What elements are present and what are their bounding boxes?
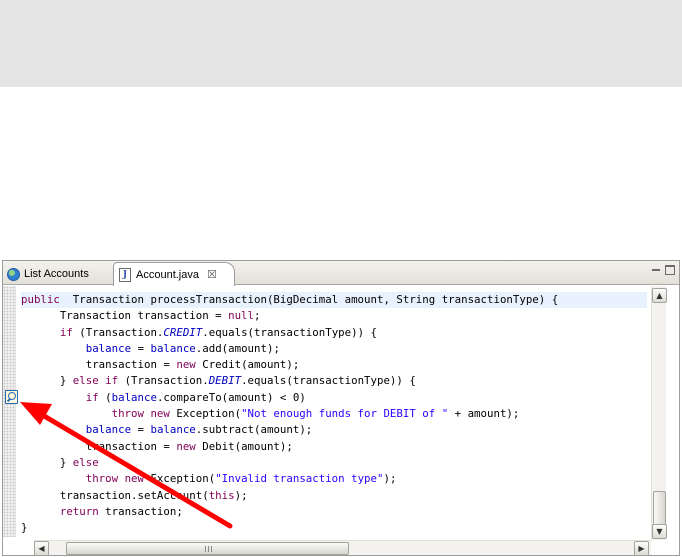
code-token: .add(amount);	[195, 341, 280, 355]
code-token: .subtract(amount);	[195, 423, 313, 437]
code-token: .equals(transactionType)) {	[241, 374, 416, 388]
code-area[interactable]: public Transaction processTransaction(Bi…	[21, 292, 647, 536]
globe-icon	[7, 267, 20, 281]
code-line[interactable]: }	[21, 520, 647, 536]
window-controls	[651, 265, 675, 275]
code-token: balance	[85, 341, 132, 355]
code-line[interactable]: Transaction transaction = null;	[21, 308, 647, 324]
tab-label: Account.java	[136, 268, 199, 281]
tab-account-java[interactable]: J Account.java ☒	[113, 262, 235, 286]
close-icon[interactable]: ☒	[207, 268, 217, 281]
horizontal-scrollbar[interactable]: ◀ ▶	[34, 540, 651, 556]
code-token: =	[131, 423, 151, 437]
code-token: CREDIT	[163, 325, 203, 339]
code-token: balance	[150, 341, 196, 355]
code-token: public	[21, 293, 60, 306]
code-token: Exception(	[169, 407, 242, 421]
code-token: }	[21, 521, 28, 535]
code-token: Transaction transaction =	[21, 309, 229, 323]
editor-tab-bar: List Accounts J Account.java ☒	[3, 261, 679, 286]
code-token: else	[72, 455, 99, 469]
code-token: Exception(	[143, 472, 216, 486]
code-token: }	[21, 455, 73, 469]
code-token: null	[228, 309, 254, 323]
code-line[interactable]: public Transaction processTransaction(Bi…	[21, 292, 647, 309]
code-token: Credit(amount);	[195, 358, 300, 372]
code-token: "Not enough funds for DEBIT of "	[241, 407, 449, 421]
scroll-right-button[interactable]: ▶	[634, 541, 649, 556]
scroll-up-button[interactable]: ▲	[652, 288, 667, 303]
code-line[interactable]: balance = balance.add(amount);	[21, 341, 647, 357]
code-token: (Transaction.	[118, 374, 209, 388]
code-token: Debit(amount);	[195, 439, 293, 453]
top-banner	[0, 0, 682, 87]
code-token: throw new	[85, 472, 144, 486]
code-line[interactable]: transaction.setAccount(this);	[21, 488, 647, 504]
tab-list-accounts[interactable]: List Accounts	[7, 263, 89, 285]
code-token: transaction.setAccount(	[21, 488, 209, 502]
code-line[interactable]: } else	[21, 455, 647, 471]
quick-fix-marker-icon[interactable]	[5, 390, 18, 404]
code-line[interactable]: transaction = new Debit(amount);	[21, 439, 647, 455]
code-token: .equals(transactionType)) {	[202, 325, 377, 339]
tab-label: List Accounts	[24, 268, 89, 280]
java-editor-panel: List Accounts J Account.java ☒ public Tr…	[2, 260, 680, 556]
code-line[interactable]: transaction = new Credit(amount);	[21, 357, 647, 373]
code-token: );	[383, 472, 397, 486]
code-token: transaction =	[21, 439, 177, 453]
code-line[interactable]: if (balance.compareTo(amount) < 0)	[21, 390, 647, 406]
horizontal-scroll-thumb[interactable]	[66, 542, 349, 555]
code-token: new	[176, 358, 196, 372]
code-line[interactable]: } else if (Transaction.DEBIT.equals(tran…	[21, 373, 647, 389]
code-line[interactable]: if (Transaction.CREDIT.equals(transactio…	[21, 325, 647, 341]
code-token: (Transaction.	[72, 325, 164, 339]
vertical-scrollbar[interactable]: ▲ ▼	[651, 286, 667, 540]
scroll-down-button[interactable]: ▼	[652, 524, 667, 539]
code-token: + amount);	[448, 407, 520, 421]
code-token: balance	[150, 423, 196, 437]
code-token: DEBIT	[208, 374, 242, 388]
code-token: if	[85, 390, 99, 404]
code-token: }	[21, 374, 73, 388]
minimize-icon[interactable]	[651, 265, 661, 275]
code-token: Transaction processTransaction(BigDecima…	[59, 293, 559, 306]
code-token: return	[59, 504, 99, 518]
code-token: balance	[111, 390, 157, 404]
code-token: );	[234, 488, 248, 502]
code-token: new	[176, 439, 196, 453]
code-token: transaction;	[98, 504, 183, 518]
code-token: (	[98, 390, 112, 404]
maximize-icon[interactable]	[665, 265, 675, 275]
java-file-icon: J	[119, 267, 131, 282]
code-line[interactable]: throw new Exception("Not enough funds fo…	[21, 406, 647, 422]
editor-ruler	[3, 286, 16, 537]
code-token: =	[131, 341, 151, 355]
code-token: ;	[254, 309, 261, 323]
code-token: .compareTo(amount) < 0)	[156, 390, 306, 404]
grip-icon	[205, 546, 213, 552]
code-line[interactable]: throw new Exception("Invalid transaction…	[21, 471, 647, 487]
code-token: if	[59, 325, 73, 339]
code-token: "Invalid transaction type"	[215, 472, 384, 486]
code-token: else if	[72, 374, 119, 388]
code-token: transaction =	[21, 358, 177, 372]
scroll-left-button[interactable]: ◀	[34, 541, 49, 556]
code-token: throw new	[111, 407, 170, 421]
code-token: this	[208, 488, 235, 502]
code-token: balance	[85, 423, 132, 437]
code-line[interactable]: balance = balance.subtract(amount);	[21, 422, 647, 438]
code-line[interactable]: return transaction;	[21, 504, 647, 520]
